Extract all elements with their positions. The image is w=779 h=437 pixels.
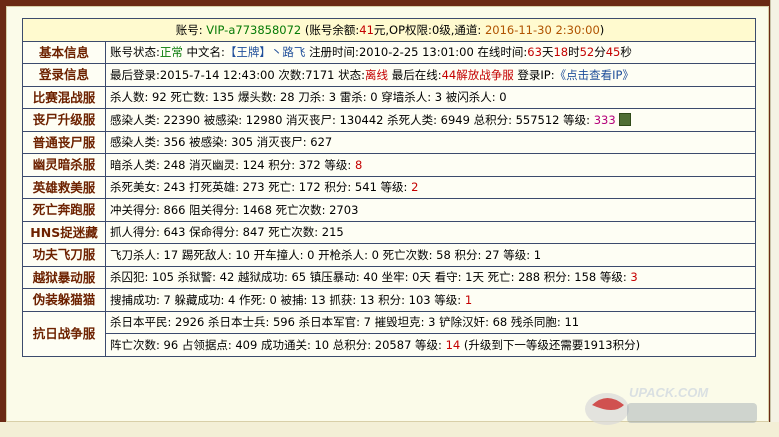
hero-stats: 杀死美女: 243 打死英雄: 273 死亡: 172 积分: 541 等级: …: [105, 175, 756, 199]
channel-date: 2016-11-30 2:30:00: [484, 22, 600, 37]
row-head-hero: 英雄救美服: [22, 175, 106, 199]
zombie-upgrade-row: 丧尸升级服 感染人类: 22390 被感染: 12980 消灭丧尸: 13044…: [22, 108, 756, 132]
balance-value: 41: [359, 22, 374, 37]
basic-info-row: 基本信息 账号状态:正常 中文名:【王牌】丶路飞 注册时间:2010-2-25 …: [22, 40, 756, 64]
login-info-cell: 最后登录:2015-7-14 12:43:00 次数:7171 状态:离线 最后…: [105, 63, 756, 87]
ghost-stats: 暗杀人类: 248 消灭幽灵: 124 积分: 372 等级: 8: [105, 153, 756, 177]
row-head-war: 抗日战争服: [22, 310, 106, 357]
player-stats-table: 账号: VIP-a773858072 (账号余额:41元,OP权限:0级,通道:…: [22, 18, 756, 357]
zombie-row: 普通丧尸服 感染人类: 356 被感染: 305 消灭丧尸: 627: [22, 130, 756, 154]
row-head-zombie: 普通丧尸服: [22, 130, 106, 154]
hide-seek-row: HNS捉迷藏 抓人得分: 643 保命得分: 847 死亡次数: 215: [22, 220, 756, 244]
account-id: VIP-a773858072: [206, 22, 302, 37]
chinese-name: 【王牌】丶路飞: [224, 45, 306, 60]
kungfu-stats: 飞刀杀人: 17 踢死敌人: 10 开车撞人: 0 开枪杀人: 0 死亡次数: …: [105, 243, 756, 267]
match-stats: 杀人数: 92 死亡数: 135 爆头数: 28 刀杀: 3 雷杀: 0 穿墙杀…: [105, 85, 756, 109]
row-head-jail: 越狱暴动服: [22, 265, 106, 289]
match-row: 比赛混战服 杀人数: 92 死亡数: 135 爆头数: 28 刀杀: 3 雷杀:…: [22, 85, 756, 109]
war-upgrade-note: (升级到下一等级还需要1913积分): [463, 337, 641, 352]
war-stats-line1: 杀日本平民: 2926 杀日本士兵: 596 杀日本军官: 7 摧毁坦克: 3 …: [105, 310, 756, 334]
row-head-hide-seek: HNS捉迷藏: [22, 220, 106, 244]
rank-badge-icon: [618, 112, 631, 126]
jail-row: 越狱暴动服 杀囚犯: 105 杀狱警: 42 越狱成功: 65 镇压暴动: 40…: [22, 265, 756, 289]
kungfu-row: 功夫飞刀服 飞刀杀人: 17 踢死敌人: 10 开车撞人: 0 开枪杀人: 0 …: [22, 243, 756, 267]
prop-hunt-stats: 搜捕成功: 7 躲藏成功: 4 作死: 0 被捕: 13 抓获: 13 积分: …: [105, 288, 756, 312]
login-count: 7171: [305, 67, 335, 82]
war-level: 14: [445, 337, 461, 352]
row-head-zombie-upgrade: 丧尸升级服: [22, 108, 106, 132]
account-row: 账号: VIP-a773858072 (账号余额:41元,OP权限:0级,通道:…: [22, 18, 756, 42]
login-info-row: 登录信息 最后登录:2015-7-14 12:43:00 次数:7171 状态:…: [22, 63, 756, 87]
zombie-stats: 感染人类: 356 被感染: 305 消灭丧尸: 627: [105, 130, 756, 154]
account-summary: 账号: VIP-a773858072 (账号余额:41元,OP权限:0级,通道:…: [22, 18, 756, 42]
register-time: 2010-2-25 13:01:00: [358, 45, 474, 60]
online-state: 离线: [365, 67, 389, 82]
view-ip-link[interactable]: 《点击查看IP》: [555, 68, 634, 82]
last-login: 2015-7-14 12:43:00: [159, 67, 275, 82]
row-head-prop-hunt: 伪装躲猫猫: [22, 288, 106, 312]
hero-row: 英雄救美服 杀死美女: 243 打死英雄: 273 死亡: 172 积分: 54…: [22, 175, 756, 199]
bottom-strip: [0, 422, 779, 437]
last-online-server: 44解放战争服: [441, 67, 514, 82]
death-run-row: 死亡奔跑服 冲关得分: 866 阻关得分: 1468 死亡次数: 2703: [22, 198, 756, 222]
basic-info-cell: 账号状态:正常 中文名:【王牌】丶路飞 注册时间:2010-2-25 13:01…: [105, 40, 756, 64]
hide-seek-stats: 抓人得分: 643 保命得分: 847 死亡次数: 215: [105, 220, 756, 244]
ghost-row: 幽灵暗杀服 暗杀人类: 248 消灭幽灵: 124 积分: 372 等级: 8: [22, 153, 756, 177]
war-row-2: 阵亡次数: 96 占领据点: 409 成功通关: 10 总积分: 20587 等…: [23, 333, 756, 357]
row-head-login: 登录信息: [22, 63, 106, 87]
death-run-stats: 冲关得分: 866 阻关得分: 1468 死亡次数: 2703: [105, 198, 756, 222]
account-status: 正常: [159, 45, 183, 60]
zombie-upgrade-level: 333: [593, 112, 616, 127]
row-head-kungfu: 功夫飞刀服: [22, 243, 106, 267]
zombie-upgrade-stats: 感染人类: 22390 被感染: 12980 消灭丧尸: 130442 杀死人类…: [105, 108, 756, 132]
row-head-death-run: 死亡奔跑服: [22, 198, 106, 222]
right-scrollbar[interactable]: [770, 0, 779, 437]
war-stats-line2: 阵亡次数: 96 占领据点: 409 成功通关: 10 总积分: 20587 等…: [105, 333, 756, 357]
jail-stats: 杀囚犯: 105 杀狱警: 42 越狱成功: 65 镇压暴动: 40 坐牢: 0…: [105, 265, 756, 289]
row-head-match: 比赛混战服: [22, 85, 106, 109]
prop-hunt-row: 伪装躲猫猫 搜捕成功: 7 躲藏成功: 4 作死: 0 被捕: 13 抓获: 1…: [22, 288, 756, 312]
row-head-basic: 基本信息: [22, 40, 106, 64]
row-head-ghost: 幽灵暗杀服: [22, 153, 106, 177]
war-row-1: 抗日战争服 杀日本平民: 2926 杀日本士兵: 596 杀日本军官: 7 摧毁…: [22, 310, 756, 357]
